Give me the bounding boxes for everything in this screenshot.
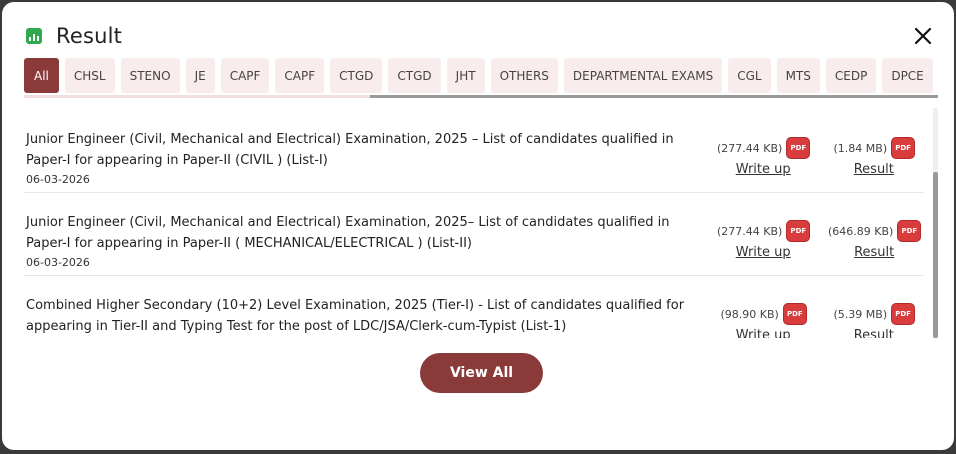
writeup-link[interactable]: Write up [736, 245, 791, 260]
pdf-icon[interactable]: PDF [892, 304, 915, 324]
list-scrollbar-thumb[interactable] [933, 172, 938, 338]
list-scrollbar[interactable] [933, 108, 938, 338]
result-size: (1.84 MB) [833, 141, 888, 155]
writeup-link[interactable]: Write up [736, 162, 791, 177]
tab-ctgd[interactable]: CTGD [388, 58, 441, 93]
result-file: (1.84 MB) PDF Result [834, 138, 915, 177]
tab-mts[interactable]: MTS [776, 58, 820, 93]
tab-others[interactable]: OTHERS [490, 58, 558, 93]
result-date: 06-03-2026 [26, 173, 90, 186]
tab-ctgd[interactable]: CTGD [330, 58, 383, 93]
tab-jht[interactable]: JHT [446, 58, 485, 93]
modal-title: Result [56, 24, 123, 48]
pdf-icon[interactable]: PDF [787, 221, 810, 241]
tabs-scrollbar[interactable] [24, 95, 938, 98]
pdf-icon[interactable]: PDF [783, 304, 806, 324]
writeup-link[interactable]: Write up [736, 328, 791, 338]
view-all-button[interactable]: View All [420, 353, 543, 393]
result-size: (646.89 KB) [828, 224, 894, 238]
tab-capf[interactable]: CAPF [220, 58, 270, 93]
writeup-file: (98.90 KB) PDF Write up [721, 304, 806, 338]
tab-cedp[interactable]: CEDP [825, 58, 877, 93]
list-item: Junior Engineer (Civil, Mechanical and E… [24, 193, 924, 276]
result-title: Junior Engineer (Civil, Mechanical and E… [26, 215, 670, 251]
modal-header: Result [26, 22, 122, 50]
list-item: Junior Engineer (Civil, Mechanical and E… [24, 110, 924, 193]
bar-chart-icon [26, 28, 42, 44]
tab-all[interactable]: All [24, 58, 59, 93]
result-link[interactable]: Result [854, 245, 894, 260]
writeup-size: (98.90 KB) [720, 307, 779, 321]
pdf-icon[interactable]: PDF [892, 138, 915, 158]
result-title: Combined Higher Secondary (10+2) Level E… [26, 298, 685, 334]
result-modal: Result All CHSL STENO JE CAPF CAPF CTGD CTGD JHT… [2, 2, 954, 450]
result-list: Junior Engineer (Civil, Mechanical and E… [24, 110, 924, 338]
tab-je[interactable]: JE [185, 58, 215, 93]
writeup-file: (277.44 KB) PDF Write up [717, 138, 810, 177]
close-icon[interactable] [914, 27, 932, 45]
category-tabs: All CHSL STENO JE CAPF CAPF CTGD CTGD JHT OTHERS D… [24, 58, 938, 98]
tab-capf[interactable]: CAPF [275, 58, 325, 93]
tab-chsl[interactable]: CHSL [64, 58, 115, 93]
pdf-icon[interactable]: PDF [898, 221, 921, 241]
tab-cgl[interactable]: CGL [728, 58, 771, 93]
tab-steno[interactable]: STENO [120, 58, 180, 93]
pdf-icon[interactable]: PDF [787, 138, 810, 158]
result-file: (5.39 MB) PDF Result [834, 304, 915, 338]
writeup-size: (277.44 KB) [717, 224, 783, 238]
result-title: Junior Engineer (Civil, Mechanical and E… [26, 132, 674, 168]
result-file: (646.89 KB) PDF Result [828, 221, 921, 260]
tab-departmental-exams[interactable]: DEPARTMENTAL EXAMS [563, 58, 723, 93]
list-item: Combined Higher Secondary (10+2) Level E… [24, 276, 924, 338]
writeup-file: (277.44 KB) PDF Write up [717, 221, 810, 260]
result-date: 06-03-2026 [26, 256, 90, 269]
tab-dpce[interactable]: DPCE [882, 58, 933, 93]
result-size: (5.39 MB) [833, 307, 888, 321]
result-link[interactable]: Result [854, 162, 894, 177]
tabs-scrollbar-thumb[interactable] [370, 95, 938, 98]
writeup-size: (277.44 KB) [717, 141, 783, 155]
result-link[interactable]: Result [854, 328, 894, 338]
